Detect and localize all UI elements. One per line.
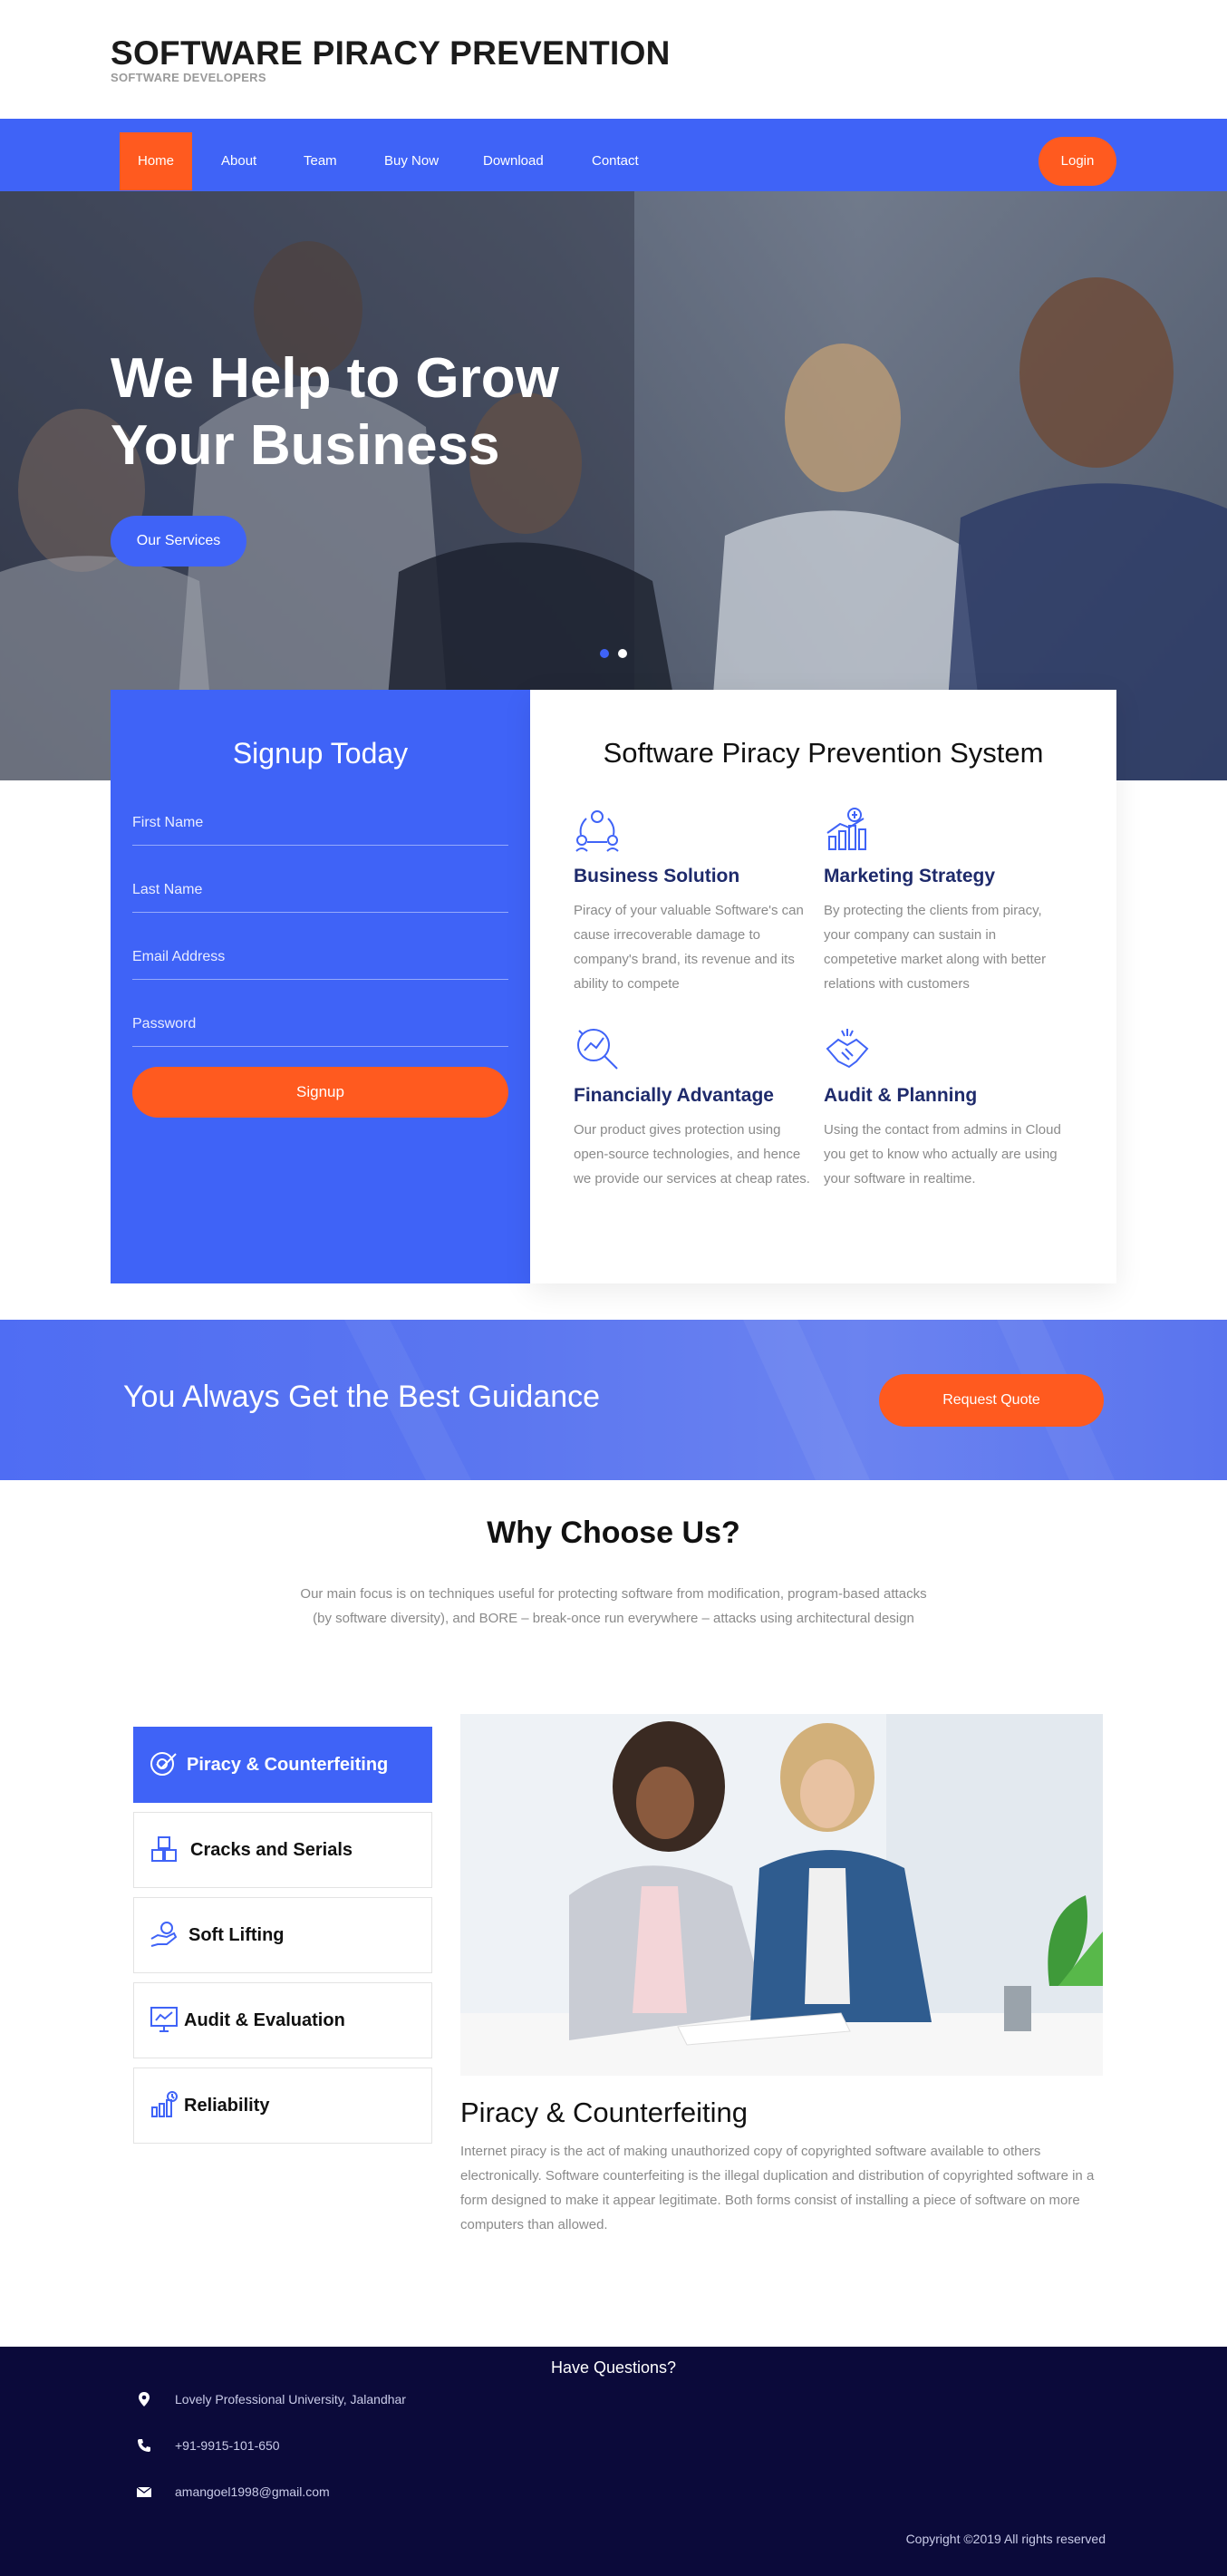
feature-business-solution: Business Solution Piracy of your valuabl… (574, 806, 814, 996)
nav-item-buy-now[interactable]: Buy Now (384, 132, 439, 190)
nav-item-team[interactable]: Team (304, 132, 337, 190)
tab-label: Piracy & Counterfeiting (187, 1755, 389, 1775)
hand-coin-icon (150, 1922, 178, 1947)
site-subtitle: SOFTWARE DEVELOPERS (111, 71, 266, 84)
feature-description: Using the contact from admins in Cloud y… (824, 1122, 1061, 1186)
feature-financially-advantage: Financially Advantage Our product gives … (574, 1025, 814, 1191)
tab-label: Cracks and Serials (190, 1840, 353, 1860)
site-header: SOFTWARE PIRACY PREVENTION SOFTWARE DEVE… (0, 0, 1227, 119)
feature-title: Business Solution (574, 866, 740, 886)
tab-content-text: Internet piracy is the act of making una… (460, 2144, 1095, 2232)
envelope-icon (136, 2486, 152, 2497)
magnifier-chart-icon (577, 1029, 618, 1070)
our-services-button[interactable]: Our Services (111, 516, 246, 567)
feature-description: By protecting the clients from piracy, y… (824, 903, 1047, 992)
map-pin-icon (139, 2392, 150, 2407)
nav-item-about[interactable]: About (221, 132, 256, 190)
tab-soft-lifting[interactable]: Soft Lifting (133, 1897, 432, 1973)
tab-content-heading: Piracy & Counterfeiting (460, 2097, 749, 2128)
team-working-illustration (460, 1714, 1103, 2076)
copyright-text: Copyright ©2019 All rights reserved (905, 2532, 1106, 2546)
footer-address-text: Lovely Professional University, Jalandha… (175, 2392, 406, 2407)
nav-item-download[interactable]: Download (483, 132, 544, 190)
feature-title: Marketing Strategy (824, 866, 996, 886)
target-check-icon (150, 1752, 177, 1776)
why-choose-description: Our main focus is on techniques useful f… (300, 1586, 927, 1626)
hero-heading: We Help to Grow Your Business (111, 347, 559, 477)
footer-phone-text[interactable]: +91-9915-101-650 (175, 2438, 280, 2453)
feature-title: Financially Advantage (574, 1085, 774, 1106)
feature-description: Piracy of your valuable Software's can c… (574, 903, 804, 992)
tab-piracy-counterfeiting[interactable]: Piracy & Counterfeiting (133, 1727, 432, 1803)
signup-button[interactable]: Signup (132, 1067, 508, 1118)
main-navbar: Home About Team Buy Now Download Contact… (0, 119, 1227, 191)
nav-item-contact[interactable]: Contact (592, 132, 639, 190)
system-title: Software Piracy Prevention System (603, 737, 1044, 769)
boxes-icon (151, 1836, 177, 1862)
network-people-icon (575, 810, 619, 852)
tab-label: Soft Lifting (188, 1925, 285, 1945)
why-choose-title: Why Choose Us? (487, 1516, 740, 1550)
tab-audit-evaluation[interactable]: Audit & Evaluation (133, 1982, 432, 2058)
guidance-banner: You Always Get the Best Guidance Request… (0, 1320, 1227, 1480)
feature-audit-planning: Audit & Planning Using the contact from … (824, 1025, 1064, 1191)
email-field[interactable] (132, 935, 508, 980)
last-name-field[interactable] (132, 867, 508, 913)
guidance-heading: You Always Get the Best Guidance (123, 1380, 601, 1414)
password-field[interactable] (132, 1002, 508, 1047)
handshake-icon (826, 1029, 869, 1069)
feature-title: Audit & Planning (824, 1085, 978, 1106)
first-name-field[interactable] (132, 800, 508, 846)
nav-item-home[interactable]: Home (120, 132, 193, 190)
feature-description: Our product gives protection using open-… (574, 1122, 810, 1186)
signup-panel: Signup Today Signup (111, 690, 530, 1283)
audit-screen-icon (150, 2007, 178, 2032)
footer-title: Have Questions? (550, 2358, 677, 2377)
tab-cracks-serials[interactable]: Cracks and Serials (133, 1812, 432, 1888)
system-features-panel: Software Piracy Prevention System Busine… (530, 690, 1116, 1283)
tab-content-photo (460, 1714, 1103, 2076)
slider-dot-1[interactable] (600, 649, 609, 658)
site-title[interactable]: SOFTWARE PIRACY PREVENTION (111, 34, 671, 73)
reliability-chart-icon (151, 2091, 178, 2117)
tab-label: Reliability (184, 2096, 270, 2116)
feature-marketing-strategy: Marketing Strategy By protecting the cli… (824, 806, 1064, 996)
phone-icon (138, 2439, 150, 2452)
tab-label: Audit & Evaluation (184, 2010, 345, 2030)
login-button[interactable]: Login (1039, 137, 1116, 186)
signup-title: Signup Today (232, 737, 409, 770)
footer-email-text[interactable]: amangoel1998@gmail.com (175, 2484, 330, 2499)
tab-reliability[interactable]: Reliability (133, 2068, 432, 2144)
request-quote-button[interactable]: Request Quote (879, 1374, 1104, 1427)
growth-chart-icon (826, 808, 866, 850)
slider-dot-2[interactable] (618, 649, 627, 658)
